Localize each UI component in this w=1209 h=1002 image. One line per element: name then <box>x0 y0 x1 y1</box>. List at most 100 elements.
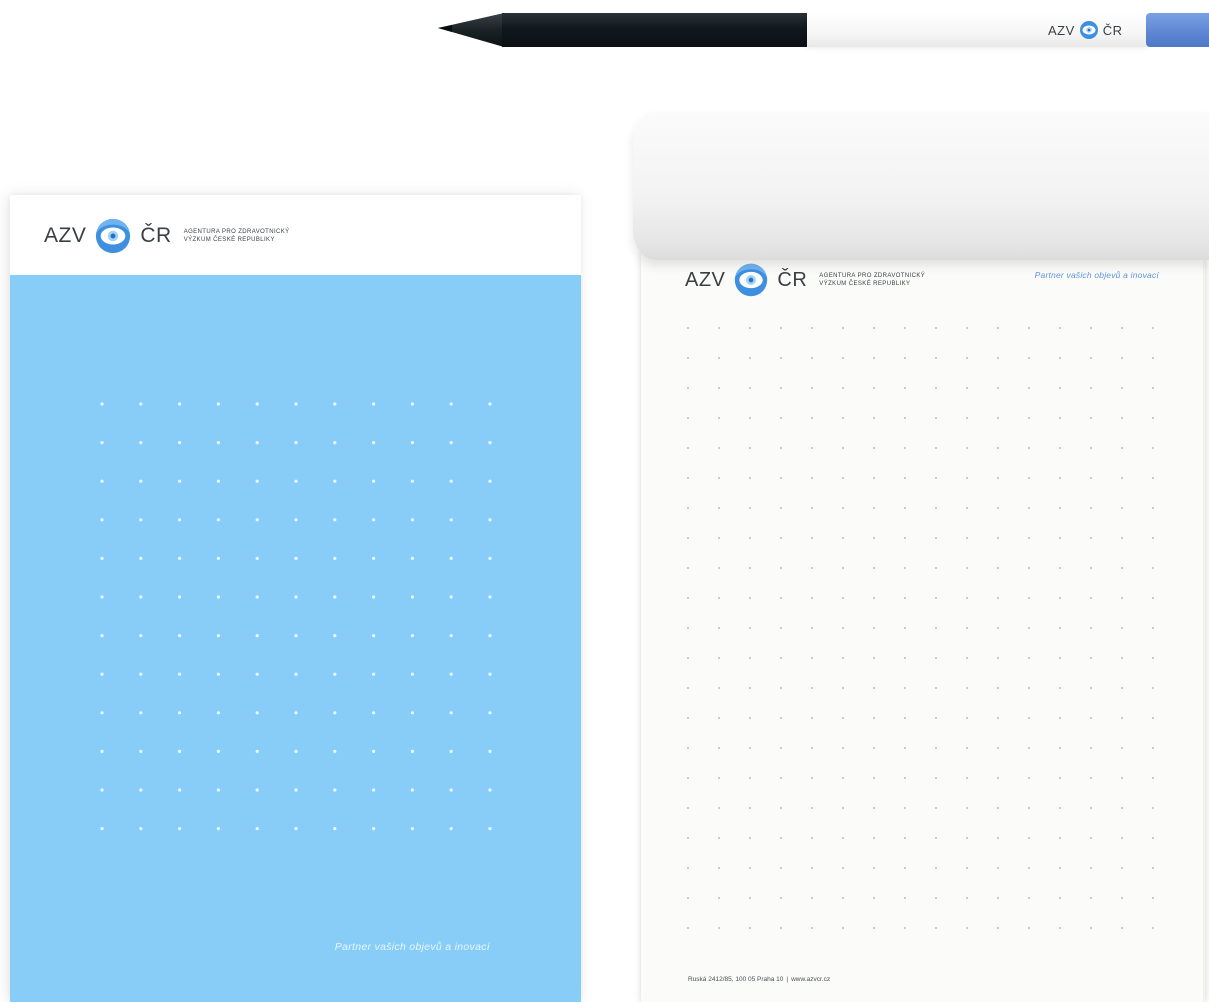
grid-dot <box>904 567 906 569</box>
grid-dot <box>100 827 104 831</box>
grid-dot <box>873 477 875 479</box>
grid-dot <box>749 807 751 809</box>
grid-dot <box>1090 687 1092 689</box>
grid-dot <box>1121 597 1123 599</box>
grid-dot <box>1028 687 1030 689</box>
grid-dot <box>811 717 813 719</box>
grid-dot <box>997 417 999 419</box>
grid-dot <box>216 402 220 406</box>
grid-dot <box>935 717 937 719</box>
grid-dot <box>1121 777 1123 779</box>
grid-dot <box>216 634 220 638</box>
grid-dot <box>100 749 104 753</box>
grid-dot <box>687 447 689 449</box>
grid-dot <box>1121 327 1123 329</box>
grid-dot <box>1090 537 1092 539</box>
grid-dot <box>333 711 337 715</box>
agency-name-line-2: VÝZKUM ČESKÉ REPUBLIKY <box>183 237 275 243</box>
grid-dot <box>997 567 999 569</box>
grid-dot <box>780 627 782 629</box>
grid-dot <box>372 595 376 599</box>
grid-dot <box>687 537 689 539</box>
grid-dot <box>749 687 751 689</box>
grid-dot <box>780 717 782 719</box>
blue-notepad: AZV ČR AGENTURA PRO ZDRAVOTNICKÝ VÝZKUM … <box>10 195 581 1002</box>
grid-dot <box>488 634 492 638</box>
grid-dot <box>1028 747 1030 749</box>
grid-dot <box>718 897 720 899</box>
grid-dot <box>449 402 453 406</box>
grid-dot <box>449 556 453 560</box>
grid-dot <box>488 711 492 715</box>
grid-dot <box>811 477 813 479</box>
grid-dot <box>935 867 937 869</box>
grid-dot <box>333 402 337 406</box>
pencil-end-cap <box>1146 13 1209 47</box>
grid-dot <box>904 477 906 479</box>
grid-dot <box>1059 447 1061 449</box>
grid-dot <box>216 711 220 715</box>
grid-dot <box>333 672 337 676</box>
grid-dot <box>749 897 751 899</box>
grid-dot <box>966 687 968 689</box>
grid-dot <box>1028 657 1030 659</box>
grid-dot <box>372 479 376 483</box>
grid-dot <box>100 556 104 560</box>
grid-dot <box>780 357 782 359</box>
grid-dot <box>1028 507 1030 509</box>
grid-dot <box>139 402 143 406</box>
grid-dot <box>255 634 259 638</box>
grid-dot <box>997 687 999 689</box>
grid-dot <box>780 687 782 689</box>
grid-dot <box>255 788 259 792</box>
grid-dot <box>718 387 720 389</box>
grid-dot <box>1090 357 1092 359</box>
grid-dot <box>100 634 104 638</box>
grid-dot <box>1059 627 1061 629</box>
grid-dot <box>488 556 492 560</box>
grid-dot <box>1090 657 1092 659</box>
pencil-logo: AZV ČR <box>1048 21 1123 39</box>
grid-dot <box>1028 417 1030 419</box>
grid-dot <box>966 537 968 539</box>
grid-dot <box>780 897 782 899</box>
grid-dot <box>718 357 720 359</box>
grid-dot <box>1152 657 1154 659</box>
grid-dot <box>1121 357 1123 359</box>
grid-dot <box>1090 447 1092 449</box>
grid-dot <box>842 897 844 899</box>
grid-dot <box>1121 717 1123 719</box>
grid-dot <box>410 402 414 406</box>
grid-dot <box>687 597 689 599</box>
grid-dot <box>1090 507 1092 509</box>
blue-notepad-body: Partner vašich objevů a inovací <box>10 275 581 1002</box>
grid-dot <box>842 447 844 449</box>
blue-notepad-logo: AZV ČR AGENTURA PRO ZDRAVOTNICKÝ VÝZKUM … <box>44 218 290 254</box>
grid-dot <box>842 717 844 719</box>
grid-dot <box>842 387 844 389</box>
grid-dot <box>997 507 999 509</box>
grid-dot <box>718 747 720 749</box>
grid-dot <box>333 788 337 792</box>
grid-dot <box>1152 597 1154 599</box>
grid-dot <box>255 672 259 676</box>
grid-dot <box>687 717 689 719</box>
grid-dot <box>1152 777 1154 779</box>
grid-dot <box>1090 927 1092 929</box>
grid-dot <box>255 518 259 522</box>
grid-dot <box>935 327 937 329</box>
grid-dot <box>216 788 220 792</box>
grid-dot <box>687 627 689 629</box>
grid-dot <box>1059 687 1061 689</box>
grid-dot <box>904 717 906 719</box>
grid-dot <box>749 657 751 659</box>
grid-dot <box>410 556 414 560</box>
grid-dot <box>449 672 453 676</box>
grid-dot <box>811 627 813 629</box>
grid-dot <box>410 827 414 831</box>
grid-dot <box>842 867 844 869</box>
grid-dot <box>1059 807 1061 809</box>
grid-dot <box>966 867 968 869</box>
grid-dot <box>1059 927 1061 929</box>
grid-dot <box>294 441 298 445</box>
